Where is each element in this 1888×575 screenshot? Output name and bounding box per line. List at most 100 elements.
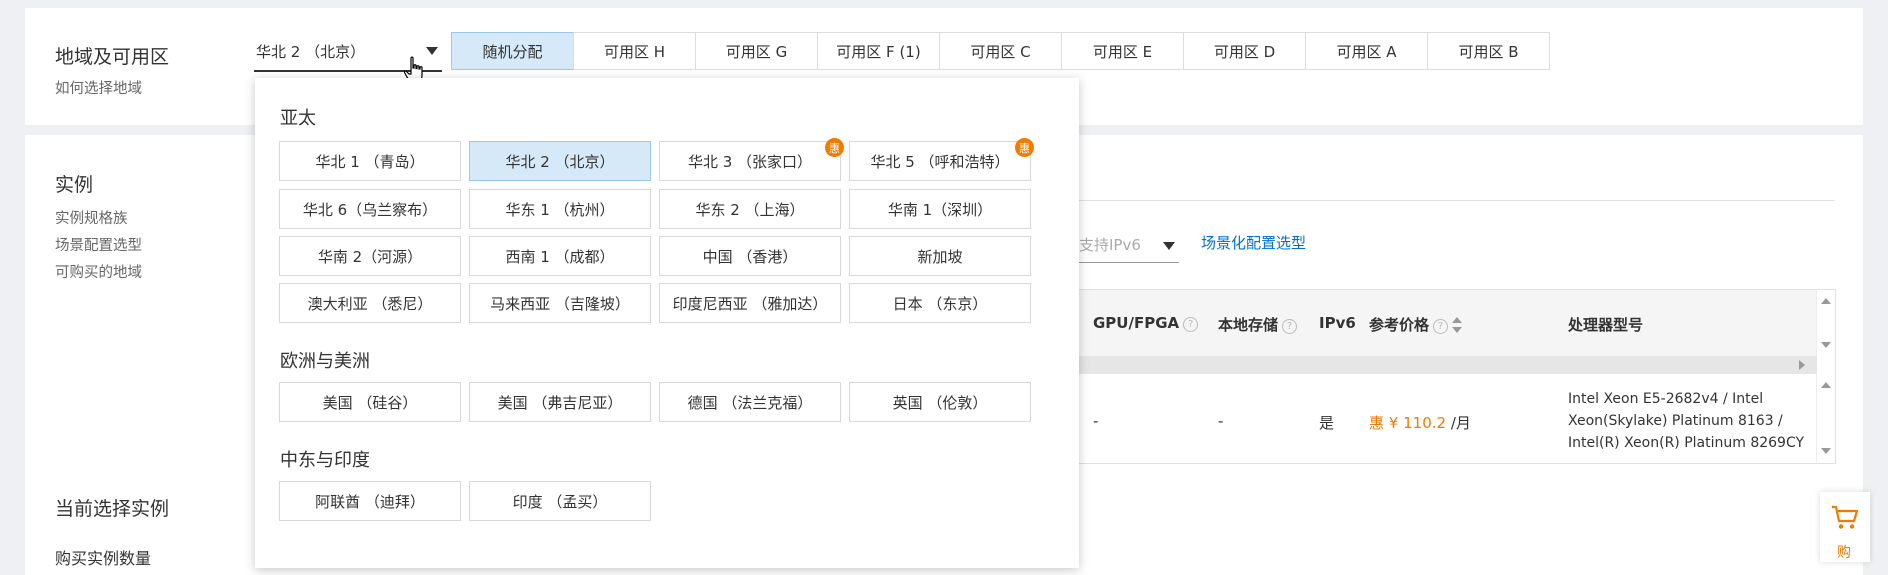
region-option[interactable]: 美国 （弗吉尼亚） — [469, 382, 651, 422]
horizontal-scrollbar[interactable] — [1079, 356, 1817, 374]
region-option[interactable]: 马来西亚 （吉隆坡） — [469, 283, 651, 323]
price-value: ¥ 110.2 — [1388, 414, 1447, 432]
region-option-label: 华南 2（河源） — [317, 247, 423, 266]
zone-tab-e[interactable]: 可用区 E — [1061, 32, 1184, 70]
region-option-label: 印度尼西亚 （雅加达） — [672, 294, 828, 313]
row-vertical-scrollbar[interactable] — [1816, 374, 1835, 463]
header-gpu-label: GPU/FPGA — [1093, 314, 1180, 332]
region-help-link[interactable]: 如何选择地域 — [55, 77, 142, 98]
region-option-label: 美国 （硅谷） — [322, 393, 418, 412]
region-option-label: 马来西亚 （吉隆坡） — [490, 294, 630, 313]
header-local-storage-label: 本地存储 — [1218, 316, 1279, 334]
table-header: GPU/FPGA? 本地存储? IPv6 参考价格? 处理器型号 — [1079, 290, 1817, 356]
region-option[interactable]: 英国 （伦敦） — [849, 382, 1031, 422]
header-cpu: 处理器型号 — [1568, 316, 1644, 334]
link-available-regions[interactable]: 可购买的地域 — [55, 261, 142, 282]
region-option[interactable]: 德国 （法兰克福） — [659, 382, 841, 422]
scroll-right-icon[interactable] — [1799, 360, 1805, 370]
link-scene-config[interactable]: 场景配置选型 — [55, 234, 142, 255]
link-instance-family[interactable]: 实例规格族 — [55, 207, 128, 228]
group-title-middle-east-india: 中东与印度 — [280, 450, 370, 471]
purchase-quantity-label: 购买实例数量 — [55, 549, 152, 568]
promo-label: 惠 — [1369, 414, 1385, 432]
region-option-label: 阿联酋 （迪拜） — [315, 492, 425, 511]
promo-badge: 惠 — [1015, 138, 1034, 157]
region-option[interactable]: 华东 2 （上海） — [659, 189, 841, 229]
help-icon[interactable]: ? — [1433, 319, 1449, 334]
scroll-down-icon[interactable] — [1821, 448, 1831, 454]
region-option[interactable]: 华南 2（河源） — [279, 236, 461, 276]
ipv6-filter-select[interactable]: 支持IPv6 — [1079, 230, 1179, 263]
help-icon[interactable]: ? — [1282, 319, 1298, 334]
zone-tabs: 随机分配 可用区 H 可用区 G 可用区 F (1) 可用区 C 可用区 E 可… — [451, 32, 1550, 70]
region-option-label: 英国 （伦敦） — [892, 393, 988, 412]
region-option-label: 华北 6（乌兰察布） — [302, 200, 438, 219]
zone-tab-f[interactable]: 可用区 F (1) — [817, 32, 940, 70]
scroll-up-icon[interactable] — [1821, 298, 1831, 304]
scroll-up-icon[interactable] — [1821, 382, 1831, 388]
region-option[interactable]: 中国 （香港） — [659, 236, 841, 276]
region-option[interactable]: 华东 1 （杭州） — [469, 189, 651, 229]
instance-spec-table: GPU/FPGA? 本地存储? IPv6 参考价格? 处理器型号 - - 是 惠… — [1079, 289, 1836, 464]
region-option[interactable]: 华北 5 （呼和浩特） 惠 — [849, 138, 1034, 181]
caret-down-icon — [426, 47, 438, 55]
ipv6-filter-value: 支持IPv6 — [1079, 236, 1141, 254]
region-option[interactable]: 华北 1 （青岛） — [279, 141, 461, 181]
region-option[interactable]: 新加坡 — [849, 236, 1031, 276]
current-selection-title: 当前选择实例 — [55, 498, 170, 520]
region-option[interactable]: 澳大利亚 （悉尼） — [279, 283, 461, 323]
cart-icon — [1832, 505, 1859, 529]
group-title-europe-americas: 欧洲与美洲 — [280, 351, 370, 372]
region-option-label: 华东 2 （上海） — [695, 200, 805, 219]
cpu-line: Intel(R) Xeon(R) Platinum 8269CY — [1568, 435, 1805, 451]
region-option[interactable]: 阿联酋 （迪拜） — [279, 481, 461, 521]
region-option-label: 德国 （法兰克福） — [687, 393, 813, 412]
scene-config-link[interactable]: 场景化配置选型 — [1201, 232, 1306, 253]
instance-section-title: 实例 — [55, 174, 94, 196]
header-gpu: GPU/FPGA? — [1093, 314, 1199, 332]
region-option-label: 华北 2 （北京） — [505, 152, 615, 171]
header-ipv6: IPv6 — [1319, 314, 1356, 332]
region-select-value: 华北 2 （北京） — [256, 43, 366, 61]
region-option[interactable]: 印度尼西亚 （雅加达） — [659, 283, 841, 323]
cell-price: 惠 ¥ 110.2 /月 — [1369, 412, 1471, 433]
region-option-label: 美国 （弗吉尼亚） — [497, 393, 623, 412]
group-title-asia-pacific: 亚太 — [280, 108, 316, 129]
cart-label: 购 — [1837, 545, 1851, 561]
cart-widget[interactable]: 购 — [1820, 492, 1870, 562]
region-option[interactable]: 日本 （东京） — [849, 283, 1031, 323]
scroll-down-icon[interactable] — [1821, 342, 1831, 348]
zone-tab-d[interactable]: 可用区 D — [1183, 32, 1306, 70]
sort-icon[interactable] — [1452, 317, 1463, 333]
zone-tab-g[interactable]: 可用区 G — [695, 32, 818, 70]
zone-tab-h[interactable]: 可用区 H — [573, 32, 696, 70]
price-unit: /月 — [1450, 414, 1471, 432]
region-option[interactable]: 西南 1 （成都） — [469, 236, 651, 276]
region-option[interactable]: 美国 （硅谷） — [279, 382, 461, 422]
region-option-label: 新加坡 — [917, 247, 963, 266]
cpu-line: Xeon(Skylake) Platinum 8163 / — [1568, 413, 1783, 429]
region-section-title: 地域及可用区 — [55, 46, 170, 68]
region-option-label: 华北 1 （青岛） — [315, 152, 425, 171]
cell-local-storage: - — [1218, 412, 1224, 430]
zone-tab-b[interactable]: 可用区 B — [1427, 32, 1550, 70]
region-option-selected[interactable]: 华北 2 （北京） — [469, 141, 651, 181]
region-option-label: 印度 （孟买） — [512, 492, 608, 511]
caret-down-icon — [1163, 242, 1175, 250]
zone-tab-random[interactable]: 随机分配 — [451, 32, 574, 70]
region-option-label: 日本 （东京） — [892, 294, 988, 313]
header-vertical-scrollbar[interactable] — [1816, 290, 1835, 356]
cell-ipv6: 是 — [1319, 414, 1335, 432]
header-price: 参考价格? — [1369, 314, 1463, 335]
region-option[interactable]: 华北 3 （张家口） 惠 — [659, 138, 844, 181]
header-local-storage: 本地存储? — [1218, 314, 1298, 335]
region-option-label: 华北 3 （张家口） — [687, 152, 813, 171]
zone-tab-a[interactable]: 可用区 A — [1305, 32, 1428, 70]
zone-tab-c[interactable]: 可用区 C — [939, 32, 1062, 70]
cell-cpu: Intel Xeon E5-2682v4 / Intel Xeon(Skylak… — [1568, 388, 1804, 454]
region-option[interactable]: 华南 1（深圳） — [849, 189, 1031, 229]
region-option[interactable]: 印度 （孟买） — [469, 481, 651, 521]
region-option-label: 澳大利亚 （悉尼） — [307, 294, 433, 313]
help-icon[interactable]: ? — [1183, 317, 1199, 332]
region-option[interactable]: 华北 6（乌兰察布） — [279, 189, 461, 229]
